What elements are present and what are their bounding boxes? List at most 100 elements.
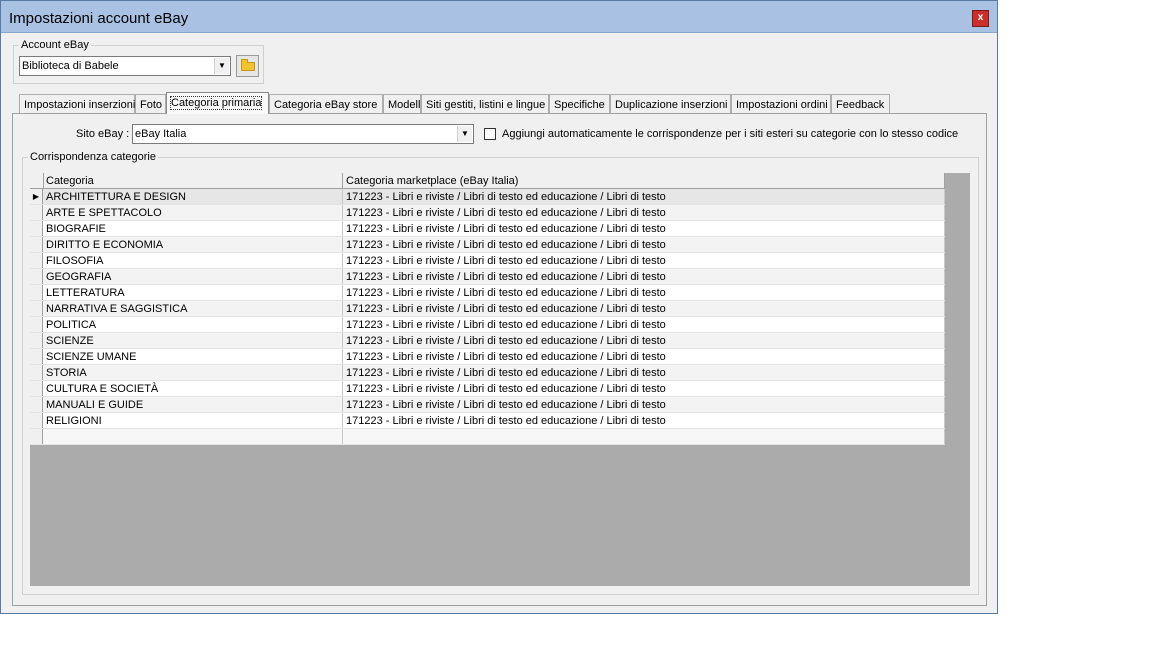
account-group-label: Account eBay (21, 39, 89, 51)
tab-impostazioni-inserzioni[interactable]: Impostazioni inserzioni (19, 94, 135, 113)
cell-marketplace-category[interactable]: 171223 - Libri e riviste / Libri di test… (344, 317, 945, 332)
row-selector[interactable] (30, 365, 43, 380)
row-selector[interactable] (30, 397, 43, 412)
table-row[interactable]: STORIA 171223 - Libri e riviste / Libri d… (30, 365, 945, 381)
tab-categoria-primaria[interactable]: Categoria primaria (166, 92, 269, 114)
tab-label: Categoria primaria (169, 96, 263, 110)
row-pointer-icon[interactable]: ▶ (30, 189, 43, 204)
tab-label: Categoria eBay store (274, 99, 378, 111)
tab-siti-gestiti-listini-e-lingue[interactable]: Siti gestiti, listini e lingue (421, 94, 549, 113)
row-selector[interactable] (30, 221, 43, 236)
table-row[interactable]: GEOGRAFIA 171223 - Libri e riviste / Libr… (30, 269, 945, 285)
row-selector[interactable] (30, 285, 43, 300)
cell-marketplace-category[interactable]: 171223 - Libri e riviste / Libri di test… (344, 237, 945, 252)
cell-category[interactable]: CULTURA E SOCIETÀ (44, 381, 343, 396)
cell-category[interactable]: POLITICA (44, 317, 343, 332)
mapping-grid[interactable]: Categoria Categoria marketplace (eBay It… (30, 173, 970, 586)
site-select[interactable]: eBay Italia ▼ (132, 124, 474, 144)
grid-header: Categoria Categoria marketplace (eBay It… (30, 173, 945, 189)
cell-category[interactable]: ARCHITETTURA E DESIGN (44, 189, 343, 204)
empty-cell[interactable] (344, 429, 945, 444)
close-icon: x (977, 12, 984, 23)
close-button[interactable]: x (972, 10, 989, 27)
column-header-marketplace[interactable]: Categoria marketplace (eBay Italia) (344, 173, 945, 188)
account-select[interactable]: Biblioteca di Babele ▼ (19, 56, 231, 76)
empty-cell[interactable] (44, 429, 343, 444)
row-selector[interactable] (30, 333, 43, 348)
table-row[interactable]: SCIENZE UMANE 171223 - Libri e riviste / … (30, 349, 945, 365)
column-header-category[interactable]: Categoria (44, 173, 343, 188)
cell-category[interactable]: RELIGIONI (44, 413, 343, 428)
cell-marketplace-category[interactable]: 171223 - Libri e riviste / Libri di test… (344, 189, 945, 204)
cell-category[interactable]: LETTERATURA (44, 285, 343, 300)
cell-marketplace-category[interactable]: 171223 - Libri e riviste / Libri di test… (344, 253, 945, 268)
table-row[interactable]: POLITICA 171223 - Libri e riviste / Libri… (30, 317, 945, 333)
cell-category[interactable]: ARTE E SPETTACOLO (44, 205, 343, 220)
auto-mapping-label[interactable]: Aggiungi automaticamente le corrisponden… (502, 128, 958, 140)
site-label: Sito eBay : (76, 128, 130, 140)
cell-marketplace-category[interactable]: 171223 - Libri e riviste / Libri di test… (344, 285, 945, 300)
row-selector[interactable] (30, 301, 43, 316)
table-row[interactable]: MANUALI E GUIDE 171223 - Libri e riviste … (30, 397, 945, 413)
chevron-down-icon[interactable]: ▼ (214, 58, 229, 74)
tab-specifiche[interactable]: Specifiche (549, 94, 610, 113)
tab-foto[interactable]: Foto (135, 94, 166, 113)
table-row[interactable]: CULTURA E SOCIETÀ 171223 - Libri e rivist… (30, 381, 945, 397)
table-row[interactable]: ▶ ARCHITETTURA E DESIGN 171223 - Libri e r… (30, 189, 945, 205)
new-row[interactable] (30, 429, 945, 445)
chevron-down-icon[interactable]: ▼ (457, 126, 472, 142)
cell-category[interactable]: NARRATIVA E SAGGISTICA (44, 301, 343, 316)
cell-category[interactable]: MANUALI E GUIDE (44, 397, 343, 412)
tab-label: Impostazioni ordini (736, 99, 828, 111)
tab-label: Feedback (836, 99, 885, 111)
cell-category[interactable]: FILOSOFIA (44, 253, 343, 268)
row-selector[interactable] (30, 253, 43, 268)
cell-marketplace-category[interactable]: 171223 - Libri e riviste / Libri di test… (344, 365, 945, 380)
cell-marketplace-category[interactable]: 171223 - Libri e riviste / Libri di test… (344, 413, 945, 428)
row-selector[interactable] (30, 237, 43, 252)
cell-marketplace-category[interactable]: 171223 - Libri e riviste / Libri di test… (344, 349, 945, 364)
table-row[interactable]: NARRATIVA E SAGGISTICA 171223 - Libri e r… (30, 301, 945, 317)
cell-marketplace-category[interactable]: 171223 - Libri e riviste / Libri di test… (344, 301, 945, 316)
tab-categoria-ebay-store[interactable]: Categoria eBay store (269, 94, 383, 113)
table-row[interactable]: SCIENZE 171223 - Libri e riviste / Libri … (30, 333, 945, 349)
cell-category[interactable]: SCIENZE UMANE (44, 349, 343, 364)
table-row[interactable]: RELIGIONI 171223 - Libri e riviste / Libr… (30, 413, 945, 429)
row-selector-header (30, 173, 44, 188)
row-selector[interactable] (30, 205, 43, 220)
cell-marketplace-category[interactable]: 171223 - Libri e riviste / Libri di test… (344, 333, 945, 348)
row-selector[interactable] (30, 349, 43, 364)
table-row[interactable]: FILOSOFIA 171223 - Libri e riviste / Libr… (30, 253, 945, 269)
tab-label: Modelli (388, 99, 423, 111)
grid-rows: ▶ ARCHITETTURA E DESIGN 171223 - Libri e r… (30, 189, 945, 445)
row-selector[interactable] (30, 429, 43, 444)
cell-marketplace-category[interactable]: 171223 - Libri e riviste / Libri di test… (344, 269, 945, 284)
table-row[interactable]: DIRITTO E ECONOMIA 171223 - Libri e rivis… (30, 237, 945, 253)
cell-marketplace-category[interactable]: 171223 - Libri e riviste / Libri di test… (344, 397, 945, 412)
tab-label: Duplicazione inserzioni (615, 99, 728, 111)
auto-mapping-checkbox[interactable] (484, 128, 496, 140)
row-selector[interactable] (30, 317, 43, 332)
open-folder-button[interactable] (236, 55, 259, 77)
cell-marketplace-category[interactable]: 171223 - Libri e riviste / Libri di test… (344, 205, 945, 220)
tab-impostazioni-ordini[interactable]: Impostazioni ordini (731, 94, 831, 113)
cell-category[interactable]: GEOGRAFIA (44, 269, 343, 284)
tab-label: Specifiche (554, 99, 605, 111)
tab-modelli[interactable]: Modelli (383, 94, 423, 113)
tab-duplicazione-inserzioni[interactable]: Duplicazione inserzioni (610, 94, 731, 113)
cell-marketplace-category[interactable]: 171223 - Libri e riviste / Libri di test… (344, 381, 945, 396)
table-row[interactable]: BIOGRAFIE 171223 - Libri e riviste / Libr… (30, 221, 945, 237)
table-row[interactable]: ARTE E SPETTACOLO 171223 - Libri e rivist… (30, 205, 945, 221)
row-selector[interactable] (30, 269, 43, 284)
cell-category[interactable]: DIRITTO E ECONOMIA (44, 237, 343, 252)
row-selector[interactable] (30, 381, 43, 396)
tab-label: Impostazioni inserzioni (24, 99, 136, 111)
tab-label: Siti gestiti, listini e lingue (426, 99, 546, 111)
cell-category[interactable]: SCIENZE (44, 333, 343, 348)
tab-feedback[interactable]: Feedback (831, 94, 890, 113)
cell-category[interactable]: BIOGRAFIE (44, 221, 343, 236)
table-row[interactable]: LETTERATURA 171223 - Libri e riviste / Li… (30, 285, 945, 301)
row-selector[interactable] (30, 413, 43, 428)
cell-category[interactable]: STORIA (44, 365, 343, 380)
cell-marketplace-category[interactable]: 171223 - Libri e riviste / Libri di test… (344, 221, 945, 236)
